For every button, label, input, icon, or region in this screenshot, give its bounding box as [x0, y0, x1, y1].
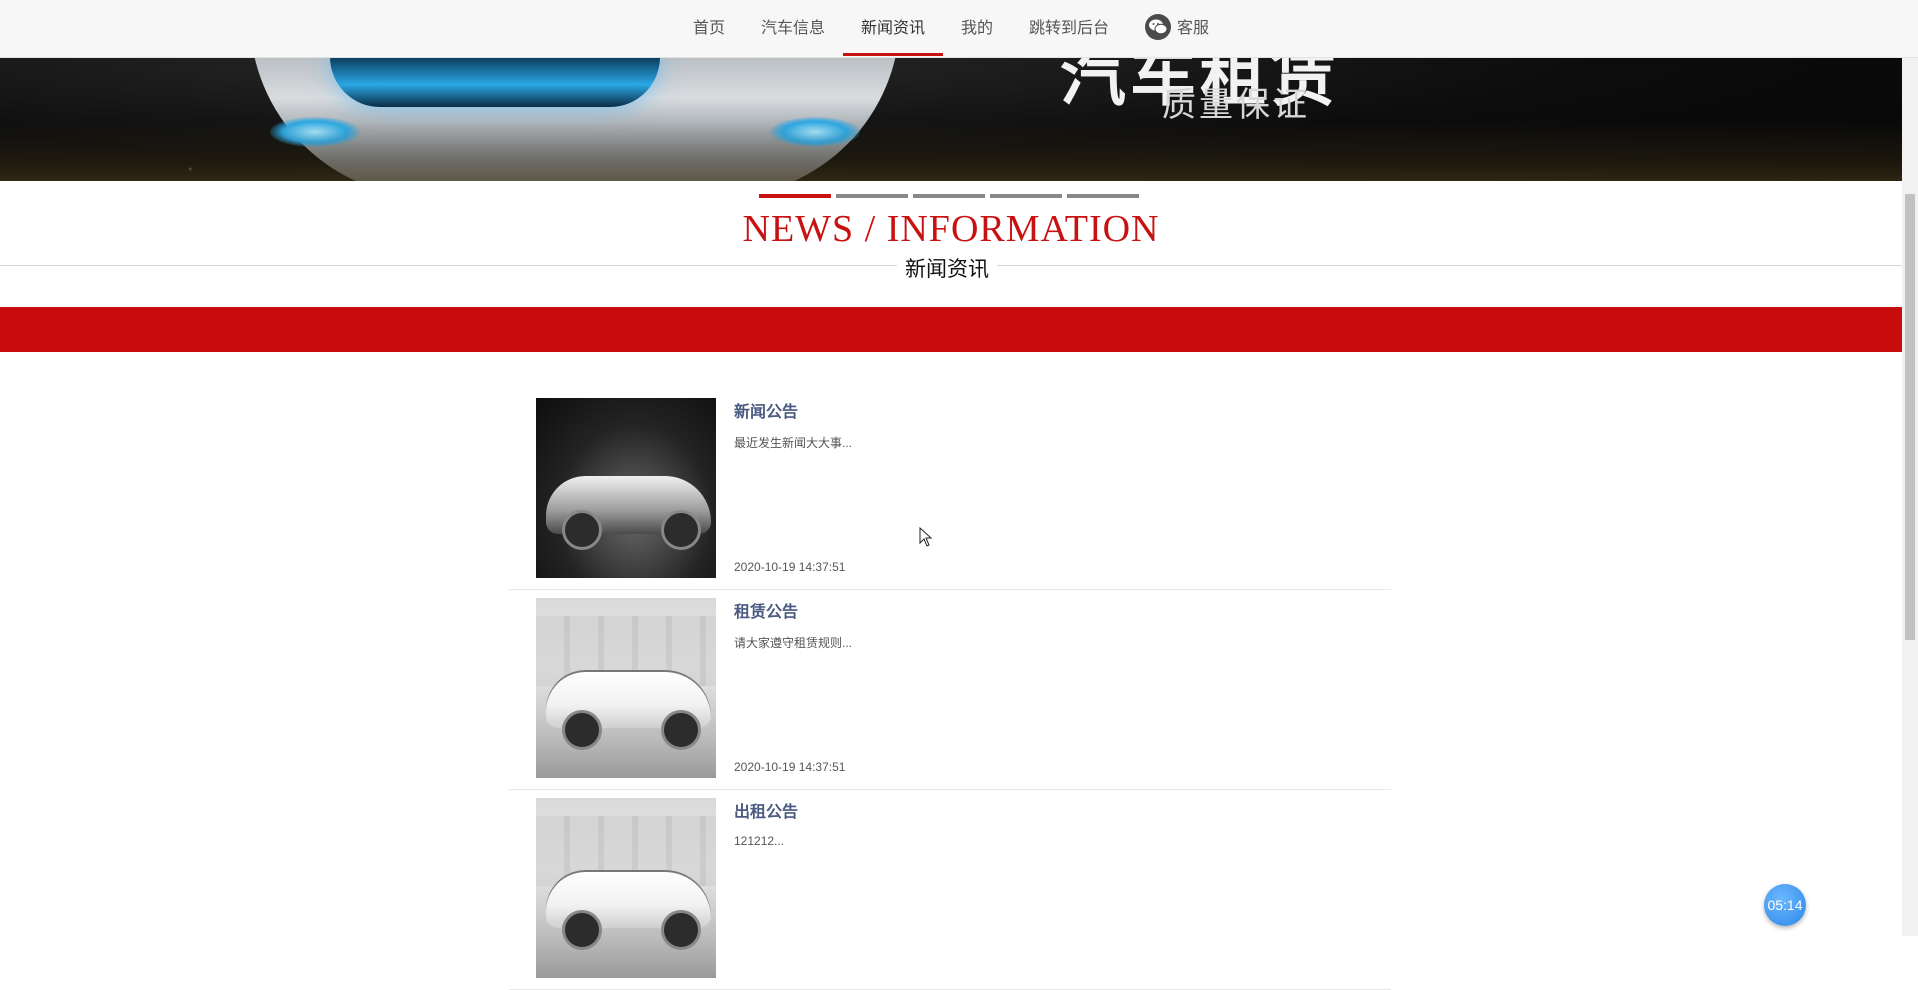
nav-item-cars[interactable]: 汽车信息: [743, 0, 843, 57]
nav-item-label: 跳转到后台: [1029, 20, 1110, 37]
nav-item-home[interactable]: 首页: [675, 0, 743, 57]
nav-menu: 首页 汽车信息 新闻资讯 我的 跳转到后台 客服: [0, 0, 1902, 57]
car-wheel: [562, 510, 602, 550]
carousel-indicator[interactable]: [913, 194, 985, 198]
news-title[interactable]: 新闻公告: [734, 398, 798, 422]
carousel-indicator[interactable]: [1067, 194, 1139, 198]
nav-item-mine[interactable]: 我的: [943, 0, 1011, 57]
section-title-en: NEWS / INFORMATION: [742, 208, 1160, 250]
nav-item-label: 首页: [692, 20, 725, 37]
news-excerpt: 121212...: [734, 834, 785, 848]
nav-item-service[interactable]: 客服: [1127, 0, 1227, 57]
news-time: 2020-10-19 14:37:51: [734, 560, 846, 574]
carousel-indicator[interactable]: [836, 194, 908, 198]
car-wheel: [661, 910, 701, 950]
wechat-icon: [1145, 13, 1172, 40]
section-title-cn: 新闻资讯: [897, 253, 997, 283]
nav-item-label: 汽车信息: [760, 20, 825, 37]
news-time: 2020-10-19 14:37:51: [734, 760, 846, 774]
car-wheel: [661, 510, 701, 550]
car-wheel: [562, 910, 602, 950]
news-title[interactable]: 租赁公告: [734, 598, 798, 622]
top-navigation: 首页 汽车信息 新闻资讯 我的 跳转到后台 客服: [0, 0, 1918, 58]
news-excerpt: 请大家遵守租赁规则...: [734, 636, 853, 650]
news-item[interactable]: 出租公告 121212...: [509, 790, 1391, 990]
timer-badge[interactable]: 05:14: [1764, 884, 1806, 926]
car-wheel: [562, 710, 602, 750]
news-thumbnail[interactable]: [536, 398, 716, 578]
carousel-indicator[interactable]: [990, 194, 1062, 198]
hero-banner[interactable]: 汽车租赁 质量保证: [0, 57, 1902, 181]
news-item[interactable]: 新闻公告 最近发生新闻大大事... 2020-10-19 14:37:51: [509, 390, 1391, 590]
carousel-indicators: [759, 194, 1139, 198]
news-excerpt: 最近发生新闻大大事...: [734, 436, 853, 450]
section-red-bar: [0, 307, 1902, 352]
scrollbar-thumb[interactable]: [1905, 194, 1915, 640]
nav-item-label: 客服: [1177, 20, 1210, 37]
car-wheel: [661, 710, 701, 750]
news-list: 新闻公告 最近发生新闻大大事... 2020-10-19 14:37:51 租赁…: [509, 390, 1391, 990]
banner-slogan: 质量保证: [1162, 85, 1310, 125]
nav-item-news[interactable]: 新闻资讯: [842, 0, 944, 57]
banner-car-grille: [330, 57, 660, 107]
banner-gold-dust: [0, 121, 1902, 181]
news-thumbnail[interactable]: [536, 598, 716, 778]
nav-item-admin[interactable]: 跳转到后台: [1011, 0, 1127, 57]
news-title[interactable]: 出租公告: [734, 798, 798, 822]
carousel-indicator[interactable]: [759, 194, 831, 198]
nav-item-label: 新闻资讯: [860, 20, 925, 37]
news-thumbnail[interactable]: [536, 798, 716, 978]
nav-item-label: 我的: [961, 20, 994, 37]
mouse-cursor-icon: [919, 527, 933, 547]
page-scrollbar[interactable]: [1902, 57, 1918, 936]
news-item[interactable]: 租赁公告 请大家遵守租赁规则... 2020-10-19 14:37:51: [509, 590, 1391, 790]
